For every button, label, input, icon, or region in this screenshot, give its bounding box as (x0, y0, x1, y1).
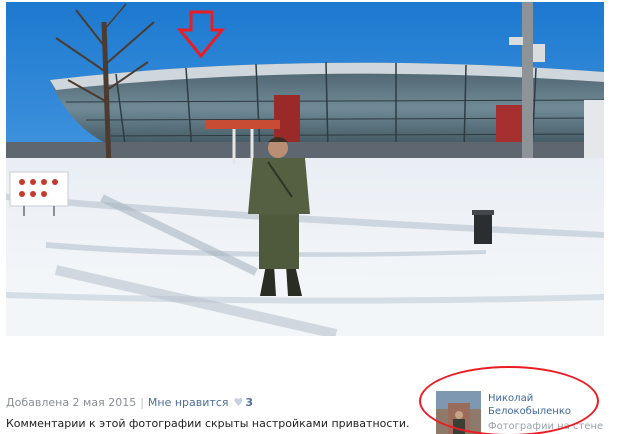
like-button[interactable]: Мне нравится (148, 396, 229, 409)
like-count: 3 (245, 396, 254, 409)
comments-privacy-note: Комментарии к этой фотографии скрыты нас… (6, 417, 410, 430)
meta-separator: | (140, 396, 144, 409)
heart-icon[interactable]: ♥ (234, 396, 244, 409)
photo-viewer: Добавлена 2 мая 2015 | Мне нравится ♥ 3 Комм… (0, 0, 620, 434)
author-avatar[interactable] (436, 391, 481, 434)
trash-bin (472, 210, 494, 244)
author-caption[interactable]: Фотографии на стене (488, 421, 608, 432)
author-name-link[interactable]: Николай Белокобыленко (488, 392, 598, 418)
author-block: Николай Белокобыленко Фотографии на стен… (436, 388, 608, 434)
photo[interactable] (6, 2, 604, 336)
post-date: Добавлена 2 мая 2015 (6, 396, 137, 409)
post-meta: Добавлена 2 мая 2015 | Мне нравится ♥ 3 (6, 396, 253, 409)
stadium (6, 61, 604, 158)
